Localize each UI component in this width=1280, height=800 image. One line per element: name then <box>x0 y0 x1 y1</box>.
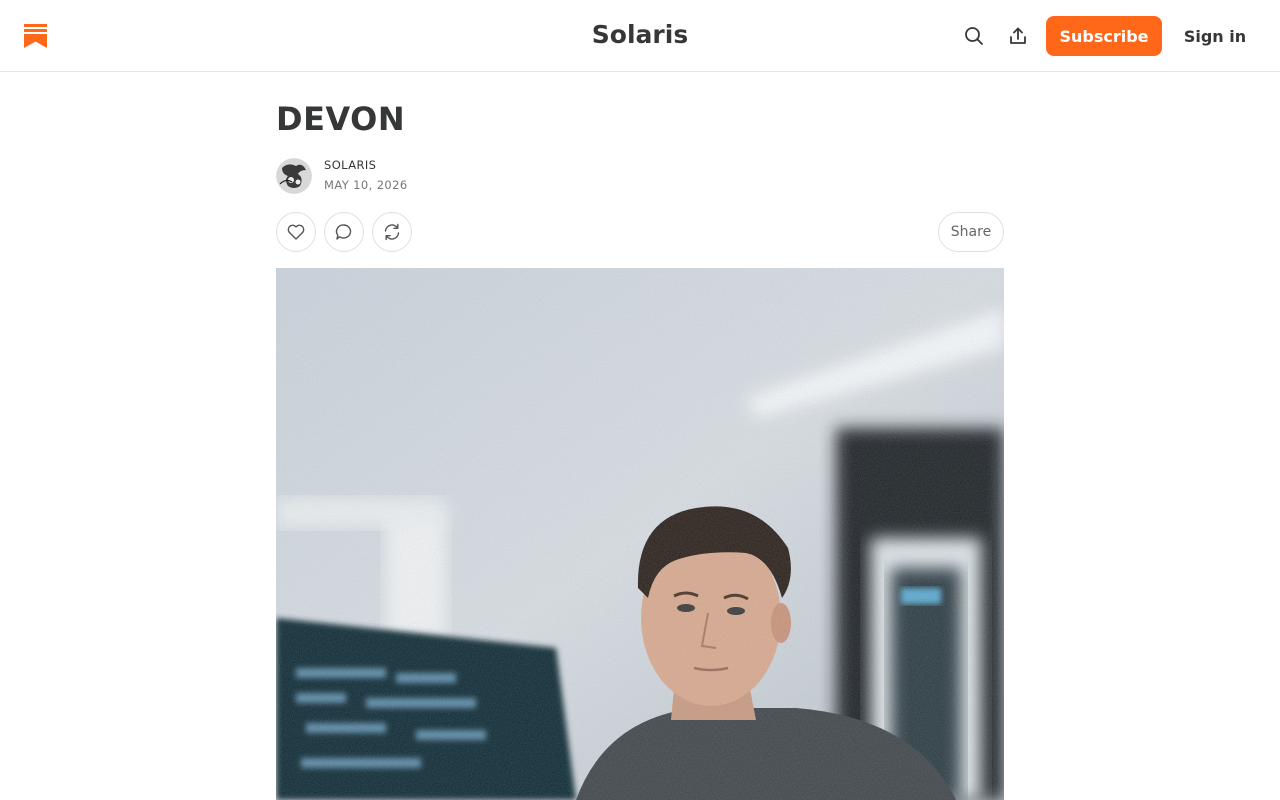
site-header: Solaris Subscribe Sign in <box>0 0 1280 72</box>
avatar[interactable] <box>276 158 312 194</box>
author-name[interactable]: SOLARIS <box>324 158 376 172</box>
share-page-button[interactable] <box>1002 20 1034 52</box>
comment-button[interactable] <box>324 212 364 252</box>
search-icon <box>965 27 983 45</box>
comment-icon <box>335 224 352 240</box>
search-button[interactable] <box>958 20 990 52</box>
post-title: DEVON <box>276 100 406 138</box>
post-date: MAY 10, 2026 <box>324 178 408 192</box>
share-upload-icon <box>1010 27 1026 44</box>
publication-name[interactable]: Solaris <box>592 20 688 49</box>
share-button[interactable]: Share <box>938 212 1004 252</box>
sign-in-button[interactable]: Sign in <box>1176 16 1254 56</box>
subscribe-button[interactable]: Subscribe <box>1046 16 1162 56</box>
restack-icon <box>384 223 400 241</box>
restack-button[interactable] <box>372 212 412 252</box>
like-button[interactable] <box>276 212 316 252</box>
heart-icon <box>287 224 305 240</box>
substack-logo-icon[interactable] <box>24 24 47 48</box>
hero-image[interactable] <box>276 268 1004 800</box>
